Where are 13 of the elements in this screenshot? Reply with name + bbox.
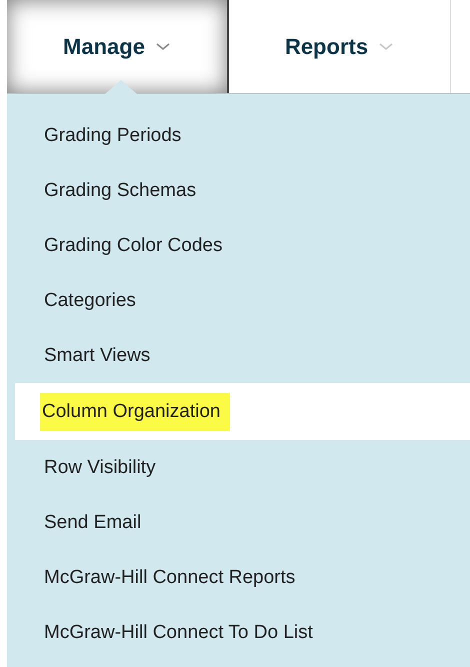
menu-item[interactable]: Grading Periods [7, 108, 470, 163]
menu-tab[interactable]: Manage [7, 0, 229, 93]
menu-item[interactable]: Smart Views [7, 328, 470, 383]
menu-item[interactable]: Row Visibility [7, 440, 470, 495]
menu-item[interactable]: Column Organization [15, 383, 470, 440]
menu-item[interactable]: McGraw-Hill Connect Reports [7, 550, 470, 605]
menu-item[interactable]: Categories [7, 273, 470, 328]
menu-item[interactable]: McGraw-Hill Connect To Do List [7, 605, 470, 660]
menu-item[interactable]: Grading Schemas [7, 163, 470, 218]
menu-item[interactable]: Send Email [7, 495, 470, 550]
menu-item[interactable]: Grading Color Codes [7, 218, 470, 273]
caret-icon [154, 42, 171, 52]
caret-icon [378, 42, 394, 52]
